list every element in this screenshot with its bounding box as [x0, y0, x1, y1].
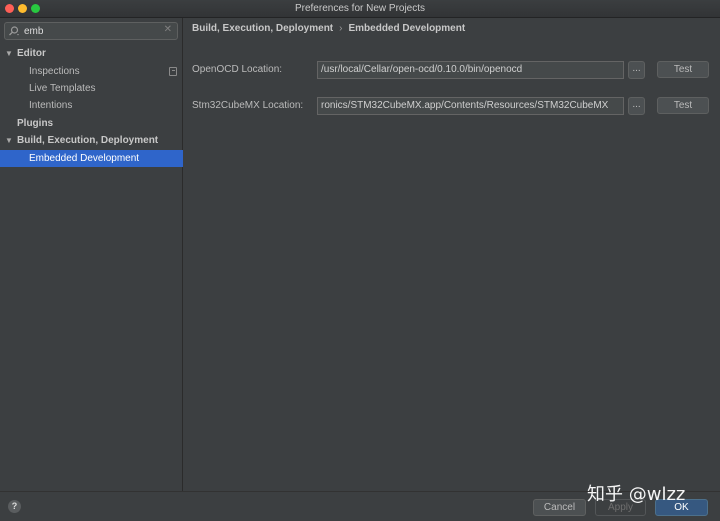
sidebar-item-plugins[interactable]: Plugins [0, 115, 183, 132]
clear-search-icon[interactable]: ✕ [164, 24, 172, 35]
sidebar-item-label: Editor [17, 48, 46, 59]
openocd-location-label: OpenOCD Location: [192, 64, 283, 75]
help-icon[interactable]: ? [8, 500, 21, 513]
openocd-test-button[interactable]: Test [657, 61, 709, 78]
sidebar-item-editor[interactable]: ▼ Editor [0, 45, 183, 62]
stm32cubemx-browse-button[interactable]: ... [628, 97, 645, 115]
watermark: 知乎 @wlzz [587, 484, 686, 505]
expand-arrow-icon[interactable]: ▼ [5, 132, 13, 149]
cancel-button[interactable]: Cancel [533, 499, 586, 516]
title-bar: Preferences for New Projects [0, 0, 720, 18]
settings-sidebar: ✕ ▼ Editor Inspections Live Templates In… [0, 18, 183, 491]
stm32cubemx-location-label: Stm32CubeMX Location: [192, 100, 304, 111]
stm32cubemx-location-field[interactable]: ronics/STM32CubeMX.app/Contents/Resource… [317, 97, 624, 115]
breadcrumb-current: Embedded Development [348, 23, 466, 34]
project-scope-icon [169, 67, 177, 76]
settings-search-box[interactable]: ✕ [4, 22, 178, 40]
sidebar-item-intentions[interactable]: Intentions [0, 97, 183, 114]
sidebar-item-label: Intentions [29, 100, 73, 111]
sidebar-item-inspections[interactable]: Inspections [0, 63, 183, 80]
breadcrumb-separator: › [339, 23, 343, 34]
sidebar-item-label: Embedded Development [29, 153, 140, 164]
sidebar-item-label: Live Templates [29, 83, 96, 94]
sidebar-item-live-templates[interactable]: Live Templates [0, 80, 183, 97]
breadcrumb: Build, Execution, Deployment › Embedded De… [192, 23, 465, 34]
search-icon [9, 26, 19, 36]
search-input[interactable] [24, 23, 154, 39]
sidebar-item-embedded-development[interactable]: Embedded Development [0, 150, 183, 167]
expand-arrow-icon[interactable]: ▼ [5, 45, 13, 62]
window-title: Preferences for New Projects [294, 3, 426, 14]
sidebar-item-label: Plugins [17, 118, 54, 129]
sidebar-item-label: Build, Execution, Deployment [17, 135, 159, 146]
breadcrumb-parent[interactable]: Build, Execution, Deployment [192, 23, 333, 34]
openocd-browse-button[interactable]: ... [628, 61, 645, 79]
openocd-location-field[interactable]: /usr/local/Cellar/open-ocd/0.10.0/bin/op… [317, 61, 624, 79]
sidebar-item-label: Inspections [29, 66, 80, 77]
settings-content-panel: Build, Execution, Deployment › Embedded De… [184, 18, 720, 491]
stm32cubemx-test-button[interactable]: Test [657, 97, 709, 114]
sidebar-item-build-execution-deployment[interactable]: ▼ Build, Execution, Deployment [0, 132, 183, 149]
